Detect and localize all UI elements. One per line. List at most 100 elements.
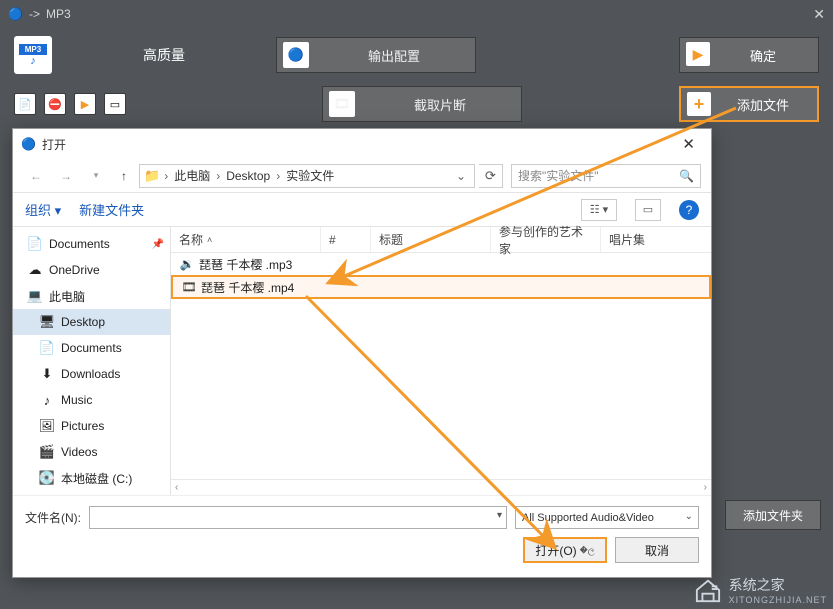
tool-btn-4[interactable]: ▭ xyxy=(104,93,126,115)
down-icon: ⬇ xyxy=(39,366,55,382)
file-name: 琵琶 千本樱 .mp3 xyxy=(199,256,292,273)
file-list: 名称˄ # 标题 参与创作的艺术家 唱片集 🔉 琵琶 千本樱 .mp3🎞 琵琶 千本… xyxy=(171,227,711,495)
search-icon: 🔍 xyxy=(679,169,694,183)
add-file-label: 添加文件 xyxy=(737,95,789,114)
watermark-logo xyxy=(693,577,723,603)
file-open-dialog: 🔵 打开 ✕ ← → ▾ ↑ 📁 › 此电脑 › Desktop › 实验文件 … xyxy=(12,128,712,578)
tree-item-c[interactable]: 💽本地磁盘 (C:) xyxy=(13,465,170,491)
plus-icon: + xyxy=(687,92,711,116)
tool-btn-1[interactable]: 📄 xyxy=(14,93,36,115)
nav-tree[interactable]: 📄Documents📌☁OneDrive💻此电脑🖥Desktop📄Documen… xyxy=(13,227,171,495)
arrow-icon: ▶ xyxy=(686,42,710,66)
filename-input[interactable]: ▾ xyxy=(89,506,507,529)
dialog-titlebar: 🔵 打开 ✕ xyxy=(13,129,711,159)
audio-file-icon: 🔉 xyxy=(179,257,195,271)
app-close-button[interactable]: ✕ xyxy=(813,6,825,23)
help-button[interactable]: ? xyxy=(679,200,699,220)
dialog-footer: 文件名(N): ▾ All Supported Audio&Video⌄ 打开(… xyxy=(13,495,711,577)
watermark-text: 系统之家 xyxy=(729,575,827,595)
breadcrumb[interactable]: 📁 › 此电脑 › Desktop › 实验文件 ⌄ xyxy=(139,164,475,188)
disk-icon: 💽 xyxy=(39,470,55,486)
breadcrumb-root[interactable]: 此电脑 xyxy=(172,167,212,184)
video-file-icon: 🎞 xyxy=(181,280,197,294)
col-title[interactable]: 标题 xyxy=(371,227,491,252)
col-artist[interactable]: 参与创作的艺术家 xyxy=(491,227,601,252)
pic-icon: 🖼 xyxy=(39,418,55,434)
add-folder-button[interactable]: 添加文件夹 xyxy=(725,500,821,530)
confirm-label: 确定 xyxy=(750,46,776,65)
col-num[interactable]: # xyxy=(321,227,371,252)
file-list-header[interactable]: 名称˄ # 标题 参与创作的艺术家 唱片集 xyxy=(171,227,711,253)
tree-item-onedrive[interactable]: ☁OneDrive xyxy=(13,257,170,283)
film-icon: 🎞 xyxy=(329,91,355,117)
open-button[interactable]: 打开(O)�ල xyxy=(523,537,607,563)
col-name[interactable]: 名称˄ xyxy=(171,227,321,252)
tree-item-downloads[interactable]: ⬇Downloads xyxy=(13,361,170,387)
search-placeholder: 搜索"实验文件" xyxy=(518,167,599,184)
title-prefix: -> xyxy=(29,7,40,21)
watermark: 系统之家 XITONGZHIJIA.NET xyxy=(693,575,827,605)
tree-item-music[interactable]: ♪Music xyxy=(13,387,170,413)
tree-item-desktop[interactable]: 🖥Desktop xyxy=(13,309,170,335)
nav-back-button[interactable]: ← xyxy=(23,164,49,188)
file-type-filter[interactable]: All Supported Audio&Video⌄ xyxy=(515,506,699,529)
col-album[interactable]: 唱片集 xyxy=(601,227,711,252)
breadcrumb-dropdown[interactable]: ⌄ xyxy=(452,169,470,183)
side-panel: 添加文件夹 xyxy=(725,500,821,530)
format-badge[interactable]: MP3 ♪ xyxy=(14,36,52,74)
organize-menu[interactable]: 组织 ▾ xyxy=(25,200,61,219)
dialog-close-button[interactable]: ✕ xyxy=(674,133,703,155)
cut-segment-label: 截取片断 xyxy=(414,95,466,114)
file-row[interactable]: 🔉 琵琶 千本樱 .mp3 xyxy=(171,253,711,275)
refresh-button[interactable]: ⟳ xyxy=(479,164,503,188)
breadcrumb-p1[interactable]: Desktop xyxy=(224,169,272,183)
vid-icon: 🎬 xyxy=(39,444,55,460)
doc-icon: 📄 xyxy=(27,236,43,252)
music-icon: ♪ xyxy=(39,393,55,408)
app-toolbar: MP3 ♪ 高质量 🔵 输出配置 ▶ 确定 xyxy=(0,28,833,82)
new-folder-button[interactable]: 新建文件夹 xyxy=(79,200,144,219)
app-toolbar-secondary: 📄 ⛔ ▶ ▭ 🎞 截取片断 + 添加文件 xyxy=(0,82,833,132)
app-icon: 🔵 xyxy=(8,7,23,21)
h-scrollbar[interactable]: ‹› xyxy=(171,479,711,495)
add-file-button[interactable]: + 添加文件 xyxy=(679,86,819,122)
nav-up-button[interactable]: ↑ xyxy=(113,165,135,187)
view-mode-button[interactable]: ☷ ▾ xyxy=(581,199,617,221)
confirm-button[interactable]: ▶ 确定 xyxy=(679,37,819,73)
app-titlebar: 🔵 -> MP3 ✕ xyxy=(0,0,833,28)
file-row[interactable]: 🎞 琵琶 千本樱 .mp4 xyxy=(171,275,711,299)
cancel-button[interactable]: 取消 xyxy=(615,537,699,563)
folder-icon: 📁 xyxy=(144,168,160,184)
watermark-sub: XITONGZHIJIA.NET xyxy=(729,595,827,605)
tree-item-videos[interactable]: 🎬Videos xyxy=(13,439,170,465)
preview-pane-button[interactable]: ▭ xyxy=(635,199,661,221)
output-config-button[interactable]: 🔵 输出配置 xyxy=(276,37,476,73)
tree-item-pictures[interactable]: 🖼Pictures xyxy=(13,413,170,439)
play-button[interactable]: ▶ xyxy=(74,93,96,115)
tree-item-[interactable]: 💻此电脑 xyxy=(13,283,170,309)
tree-item-documents[interactable]: 📄Documents xyxy=(13,335,170,361)
doc-icon: 📄 xyxy=(39,340,55,356)
dialog-toolbar: 组织 ▾ 新建文件夹 ☷ ▾ ▭ ? xyxy=(13,193,711,227)
cut-segment-button[interactable]: 🎞 截取片断 xyxy=(322,86,522,122)
desktop-icon: 🖥 xyxy=(39,314,55,330)
pc-icon: 💻 xyxy=(27,288,43,304)
dialog-body: 📄Documents📌☁OneDrive💻此电脑🖥Desktop📄Documen… xyxy=(13,227,711,495)
cloud-icon: ☁ xyxy=(27,262,43,278)
tool-btn-2[interactable]: ⛔ xyxy=(44,93,66,115)
pin-icon: 📌 xyxy=(152,239,164,250)
nav-recent-button[interactable]: ▾ xyxy=(83,164,109,188)
dialog-icon: 🔵 xyxy=(21,137,36,151)
output-config-label: 输出配置 xyxy=(368,46,420,65)
file-rows[interactable]: 🔉 琵琶 千本樱 .mp3🎞 琵琶 千本樱 .mp4 xyxy=(171,253,711,479)
gear-icon: 🔵 xyxy=(283,42,309,68)
dialog-title: 打开 xyxy=(42,136,66,153)
dialog-navbar: ← → ▾ ↑ 📁 › 此电脑 › Desktop › 实验文件 ⌄ ⟳ 搜索"… xyxy=(13,159,711,193)
file-name: 琵琶 千本樱 .mp4 xyxy=(201,279,294,296)
tree-item-documents[interactable]: 📄Documents📌 xyxy=(13,231,170,257)
breadcrumb-p2[interactable]: 实验文件 xyxy=(284,167,336,184)
format-badge-text: MP3 xyxy=(19,44,47,55)
nav-forward-button[interactable]: → xyxy=(53,164,79,188)
search-input[interactable]: 搜索"实验文件" 🔍 xyxy=(511,164,701,188)
filename-label: 文件名(N): xyxy=(25,509,81,526)
